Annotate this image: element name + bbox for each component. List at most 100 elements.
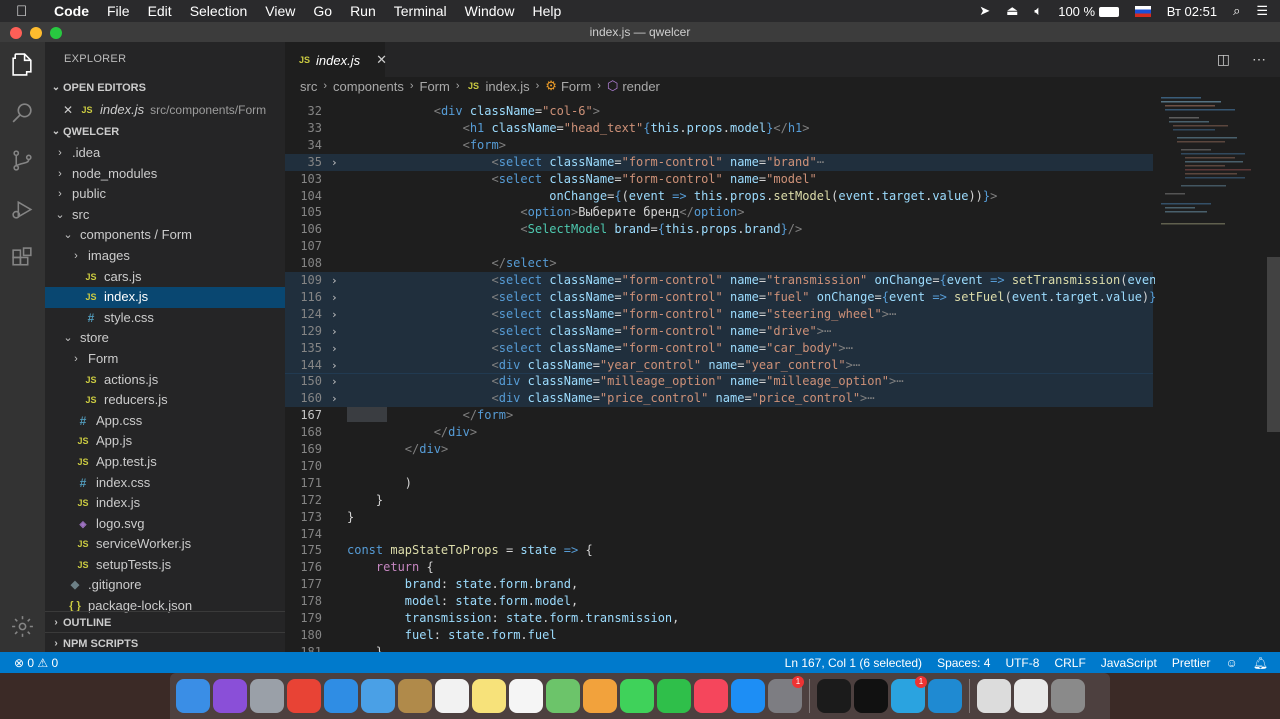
trash-icon[interactable]	[1051, 679, 1085, 713]
extensions-icon[interactable]	[10, 246, 35, 271]
tree-item-node-modules[interactable]: › node_modules	[45, 164, 285, 185]
tree-item-components-form[interactable]: ⌄ components / Form	[45, 225, 285, 246]
fold-chevron-icon[interactable]: ›	[331, 357, 338, 374]
tree-item--idea[interactable]: › .idea	[45, 143, 285, 164]
menu-terminal[interactable]: Terminal	[394, 3, 447, 19]
photos-icon[interactable]	[583, 679, 617, 713]
flag-icon[interactable]	[1134, 5, 1151, 17]
mail-icon[interactable]	[361, 679, 395, 713]
code-line[interactable]: 135 › <select className="form-control" na…	[285, 339, 1153, 357]
messages-icon[interactable]	[620, 679, 654, 713]
code-line[interactable]: 33 <h1 className="head_text"{this.props.…	[285, 120, 1153, 137]
code-editor[interactable]: 32 <div className="col-6"> 33 <h1 classNa…	[285, 95, 1155, 652]
vscode-icon[interactable]	[928, 679, 962, 713]
code-line[interactable]: 172 }	[285, 492, 1153, 509]
close-icon[interactable]: ✕	[63, 99, 79, 121]
breadcrumb-item[interactable]: Form	[561, 79, 591, 94]
menu-go[interactable]: Go	[313, 3, 332, 19]
tree-item-index-js[interactable]: JS index.js	[45, 493, 285, 514]
code-line[interactable]: 105 <option>Выберите бренд</option>	[285, 204, 1153, 221]
tree-item-app-js[interactable]: JS App.js	[45, 431, 285, 452]
tree-item-setuptests-js[interactable]: JS setupTests.js	[45, 555, 285, 576]
code-line[interactable]: 106 <SelectModel brand={this.props.brand…	[285, 221, 1153, 238]
code-line[interactable]: 179 transmission: state.form.transmissio…	[285, 610, 1153, 627]
tree-item-app-css[interactable]: # App.css	[45, 411, 285, 432]
notes-icon[interactable]	[472, 679, 506, 713]
code-line[interactable]: 174	[285, 526, 1153, 543]
settings-icon[interactable]: 1	[768, 676, 804, 713]
tree-item-src[interactable]: ⌄ src	[45, 205, 285, 226]
indentation-status[interactable]: Spaces: 4	[937, 656, 990, 670]
code-line[interactable]: 32 <div className="col-6">	[285, 103, 1153, 120]
code-line[interactable]: 178 model: state.form.model,	[285, 593, 1153, 610]
cursor-position[interactable]: Ln 167, Col 1 (6 selected)	[785, 656, 922, 670]
tree-item-store[interactable]: ⌄ store	[45, 328, 285, 349]
music-icon[interactable]	[694, 679, 728, 713]
tree-item-reducers-js[interactable]: JS reducers.js	[45, 390, 285, 411]
calendar-icon[interactable]	[435, 679, 469, 713]
breadcrumb-item[interactable]: components	[333, 79, 404, 94]
code-line[interactable]: 180 fuel: state.form.fuel	[285, 627, 1153, 644]
code-line[interactable]: 170	[285, 458, 1153, 475]
code-line[interactable]: 124 › <select className="form-control" na…	[285, 305, 1153, 323]
preview-icon[interactable]	[977, 679, 1011, 713]
code-line[interactable]: 107	[285, 238, 1153, 255]
code-line[interactable]: 34 <form>	[285, 137, 1153, 154]
code-line[interactable]: 176 return {	[285, 559, 1153, 576]
open-editor-item[interactable]: ✕ JS index.js src/components/Form	[45, 99, 285, 121]
menu-edit[interactable]: Edit	[148, 3, 172, 19]
tab-index-js[interactable]: JS index.js ✕	[285, 42, 387, 77]
search-icon[interactable]	[10, 100, 35, 125]
open-editors-section[interactable]: ⌄ OPEN EDITORS	[45, 77, 285, 99]
appstore-icon[interactable]	[731, 679, 765, 713]
fold-chevron-icon[interactable]: ›	[331, 306, 338, 323]
fold-chevron-icon[interactable]: ›	[331, 289, 338, 306]
volume-icon[interactable]: 🔈︎	[1034, 3, 1042, 19]
tree-item-style-css[interactable]: # style.css	[45, 308, 285, 329]
tree-item-index-js[interactable]: JS index.js	[45, 287, 285, 308]
tree-item-form[interactable]: › Form	[45, 349, 285, 370]
tree-item-serviceworker-js[interactable]: JS serviceWorker.js	[45, 534, 285, 555]
code-line[interactable]: 35 › <select className="form-control" nam…	[285, 153, 1153, 171]
maps-icon[interactable]	[546, 679, 580, 713]
menubar-clock[interactable]: Вт 02:51	[1167, 4, 1217, 19]
safari-icon[interactable]	[324, 679, 358, 713]
breadcrumb-item[interactable]: src	[300, 79, 317, 94]
tree-item-index-css[interactable]: # index.css	[45, 473, 285, 494]
encoding-status[interactable]: UTF-8	[1005, 656, 1039, 670]
language-mode[interactable]: JavaScript	[1101, 656, 1157, 670]
fold-chevron-icon[interactable]: ›	[331, 390, 338, 407]
battery-status[interactable]: 100 %	[1058, 4, 1119, 19]
fold-chevron-icon[interactable]: ›	[331, 154, 338, 171]
minimize-window-button[interactable]	[30, 27, 42, 39]
control-center-icon[interactable]: ☰	[1256, 3, 1268, 19]
project-section[interactable]: ⌄ QWELCER	[45, 121, 285, 143]
explorer-icon[interactable]	[10, 52, 35, 77]
code-line[interactable]: 150 › <div className="milleage_option" na…	[285, 373, 1153, 391]
npm-scripts-section[interactable]: › NPM SCRIPTS	[45, 632, 285, 654]
feedback-icon[interactable]: ☺	[1226, 656, 1238, 670]
code-line[interactable]: 175 const mapStateToProps = state => {	[285, 542, 1153, 559]
launchpad-icon[interactable]	[250, 679, 284, 713]
chrome-icon[interactable]	[287, 679, 321, 713]
bell-icon[interactable]: 🔔︎	[1253, 656, 1268, 670]
menu-window[interactable]: Window	[465, 3, 515, 19]
code-line[interactable]: 129 › <select className="form-control" na…	[285, 322, 1153, 340]
code-line[interactable]: 171 )	[285, 475, 1153, 492]
code-line[interactable]: 116 › <select className="form-control" na…	[285, 288, 1155, 306]
source-control-icon[interactable]	[10, 148, 35, 173]
code-line[interactable]: 167 </form>	[285, 407, 1153, 424]
fold-chevron-icon[interactable]: ›	[331, 272, 338, 289]
location-icon[interactable]: ➤	[979, 3, 990, 19]
activity-monitor-icon[interactable]	[854, 679, 888, 713]
fold-chevron-icon[interactable]: ›	[331, 340, 338, 357]
code-line[interactable]: 108 </select>	[285, 255, 1153, 272]
notes-brown-icon[interactable]	[398, 679, 432, 713]
tree-item--gitignore[interactable]: ◆ .gitignore	[45, 575, 285, 596]
tree-item-cars-js[interactable]: JS cars.js	[45, 267, 285, 288]
breadcrumb-item[interactable]: Form	[420, 79, 450, 94]
spotlight-icon[interactable]: ⌕	[1233, 3, 1240, 19]
breadcrumb-item[interactable]: index.js	[486, 79, 530, 94]
menu-run[interactable]: Run	[350, 3, 376, 19]
problems-indicator[interactable]: ⊗ 0 ⚠ 0	[14, 656, 58, 670]
